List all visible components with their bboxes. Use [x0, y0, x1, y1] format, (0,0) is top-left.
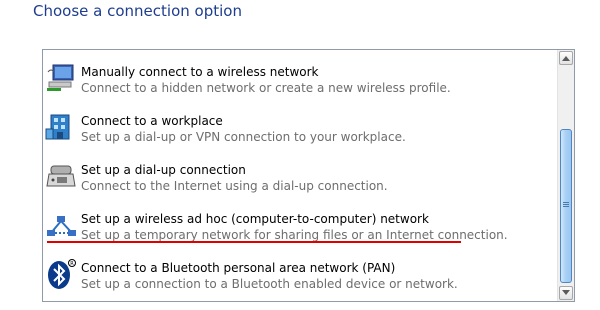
connection-options-list[interactable]: Manually connect to a wireless network C…: [42, 49, 575, 302]
option-description: Set up a temporary network for sharing f…: [81, 228, 508, 242]
annotation-underline: [47, 241, 461, 243]
scroll-up-button[interactable]: [559, 51, 573, 65]
vertical-scrollbar[interactable]: [557, 50, 574, 301]
option-manual-wireless[interactable]: Manually connect to a wireless network C…: [43, 54, 555, 102]
option-description: Set up a dial-up or VPN connection to yo…: [81, 130, 406, 144]
workplace-building-icon: [45, 111, 77, 143]
option-title: Connect to a workplace: [81, 114, 223, 128]
option-title: Connect to a Bluetooth personal area net…: [81, 261, 396, 275]
page-title: Choose a connection option: [33, 2, 242, 20]
adhoc-network-icon: [45, 209, 77, 241]
option-description: Connect to the Internet using a dial-up …: [81, 179, 388, 193]
dialup-phone-icon: [45, 160, 77, 192]
grip-icon: [563, 202, 569, 208]
scroll-down-button[interactable]: [559, 286, 573, 300]
option-description: Set up a connection to a Bluetooth enabl…: [81, 277, 458, 291]
svg-text:R: R: [70, 261, 74, 267]
option-description: Connect to a hidden network or create a …: [81, 81, 451, 95]
wireless-computer-icon: [45, 62, 77, 94]
option-title: Set up a wireless ad hoc (computer-to-co…: [81, 212, 429, 226]
scrollbar-thumb[interactable]: [560, 129, 572, 283]
option-workplace[interactable]: Connect to a workplace Set up a dial-up …: [43, 103, 555, 151]
option-dialup[interactable]: Set up a dial-up connection Connect to t…: [43, 152, 555, 200]
option-title: Manually connect to a wireless network: [81, 65, 319, 79]
option-bluetooth-pan[interactable]: R Connect to a Bluetooth personal area n…: [43, 250, 555, 298]
option-title: Set up a dial-up connection: [81, 163, 246, 177]
bluetooth-icon: R: [45, 258, 77, 290]
